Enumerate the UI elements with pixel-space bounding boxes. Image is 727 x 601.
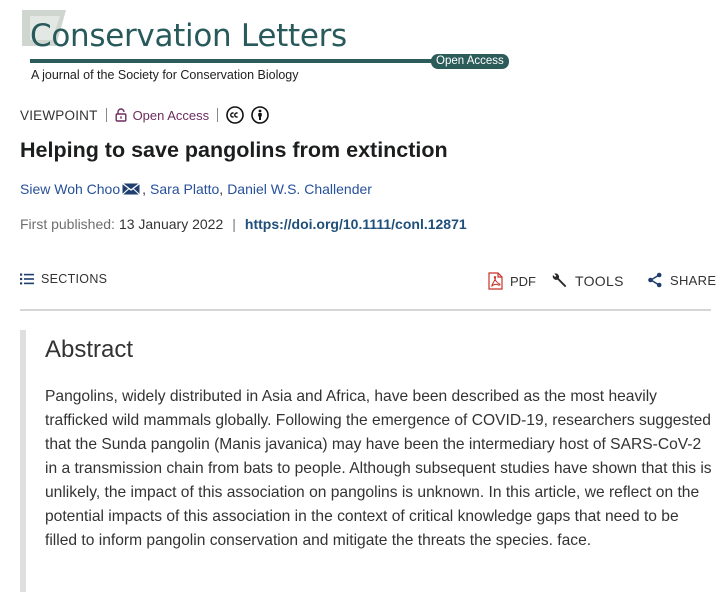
pdf-button[interactable]: PDF — [488, 272, 536, 290]
meta-divider — [217, 108, 219, 122]
article-toolbar: SECTIONS PDF TOOLS SHARE — [20, 266, 716, 296]
doi-link[interactable]: https://doi.org/10.1111/conl.12871 — [245, 216, 467, 232]
abstract-heading: Abstract — [45, 336, 134, 363]
share-button[interactable]: SHARE — [647, 272, 716, 288]
share-label: SHARE — [670, 272, 717, 288]
author-separator: , — [142, 181, 147, 197]
author-link[interactable]: Sara Platto — [150, 181, 219, 197]
published-label: First published: — [20, 216, 115, 232]
open-access-label: Open Access — [132, 107, 210, 123]
journal-open-access-badge: Open Access — [431, 54, 509, 69]
sections-label: SECTIONS — [41, 272, 108, 286]
meta-divider — [105, 108, 107, 122]
article-title: Helping to save pangolins from extinctio… — [20, 138, 448, 162]
abstract-section: Abstract Pangolins, widely distributed i… — [20, 330, 712, 592]
toolbar-divider — [20, 309, 711, 311]
author-separator: , — [219, 181, 224, 197]
wrench-icon — [552, 273, 567, 288]
publication-info: First published: 13 January 2022 | https… — [20, 216, 467, 232]
sections-button[interactable]: SECTIONS — [20, 272, 107, 286]
license-icons[interactable] — [226, 106, 269, 124]
open-lock-icon — [115, 108, 127, 122]
abstract-text: Pangolins, widely distributed in Asia an… — [45, 388, 712, 549]
corresponding-author-mail-icon[interactable] — [122, 183, 141, 195]
pdf-label: PDF — [510, 273, 536, 289]
publication-separator: | — [232, 216, 236, 232]
article-meta-row: VIEWPOINT Open Access — [20, 106, 269, 124]
list-icon — [20, 273, 34, 285]
journal-banner[interactable]: Conservation Letters Open Access A journ… — [20, 8, 520, 82]
journal-subtitle: A journal of the Society for Conservatio… — [31, 68, 299, 82]
banner-divider — [30, 59, 432, 63]
tools-button[interactable]: TOOLS — [550, 272, 624, 290]
author-link[interactable]: Daniel W.S. Challender — [227, 181, 372, 197]
tools-label: TOOLS — [575, 273, 624, 289]
attribution-icon[interactable] — [251, 106, 269, 124]
article-type: VIEWPOINT — [20, 107, 98, 123]
author-link[interactable]: Siew Woh Choo — [20, 181, 120, 197]
published-date: 13 January 2022 — [118, 216, 224, 232]
author-list: Siew Woh Choo , Sara Platto , Daniel W.S… — [20, 181, 372, 197]
abstract-accent-bar — [20, 330, 26, 592]
creative-commons-icon[interactable] — [226, 106, 244, 124]
pdf-icon — [488, 272, 503, 290]
share-icon — [648, 272, 662, 288]
journal-title: Conservation Letters — [30, 18, 347, 54]
